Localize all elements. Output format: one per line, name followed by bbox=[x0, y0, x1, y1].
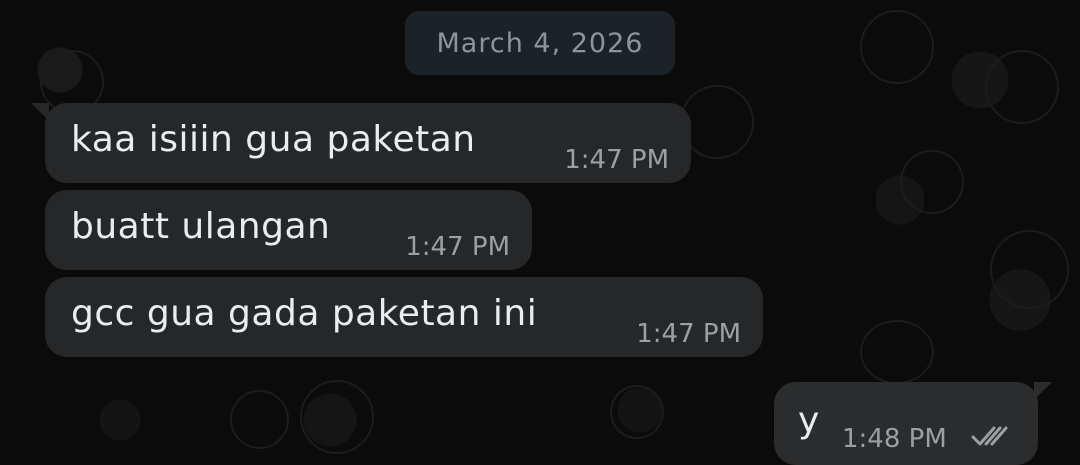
message-timestamp: 1:47 PM bbox=[636, 319, 741, 349]
lock-doodle bbox=[900, 150, 964, 214]
bubble-tail bbox=[31, 103, 49, 121]
heart-doodle bbox=[860, 10, 934, 84]
date-separator: March 4, 2026 bbox=[405, 11, 675, 75]
message-timestamp: 1:47 PM bbox=[405, 232, 510, 262]
smiley-doodle bbox=[985, 50, 1059, 124]
message-text: y bbox=[798, 400, 820, 441]
date-label: March 4, 2026 bbox=[436, 27, 644, 59]
double-check-icon bbox=[971, 426, 1008, 446]
calculator-doodle bbox=[990, 230, 1069, 309]
message-bubble-incoming[interactable]: buatt ulangan 1:47 PM bbox=[45, 190, 532, 270]
message-bubble-incoming[interactable]: kaa isiiin gua paketan 1:47 PM bbox=[31, 103, 691, 183]
message-text: kaa isiiin gua paketan bbox=[71, 119, 476, 160]
message-timestamp: 1:47 PM bbox=[564, 145, 669, 175]
message-text: buatt ulangan bbox=[71, 206, 331, 247]
heart-doodle bbox=[300, 380, 374, 454]
message-timestamp: 1:48 PM bbox=[842, 424, 947, 454]
cloud-doodle bbox=[860, 320, 934, 384]
apple-doodle bbox=[610, 385, 664, 439]
message-bubble-outgoing[interactable]: y 1:48 PM bbox=[774, 382, 1052, 465]
clock-doodle bbox=[680, 85, 754, 159]
message-text: gcc gua gada paketan ini bbox=[71, 293, 538, 334]
face-doodle bbox=[230, 390, 289, 449]
bubble-tail bbox=[1034, 382, 1052, 400]
message-bubble-incoming[interactable]: gcc gua gada paketan ini 1:47 PM bbox=[45, 277, 763, 357]
